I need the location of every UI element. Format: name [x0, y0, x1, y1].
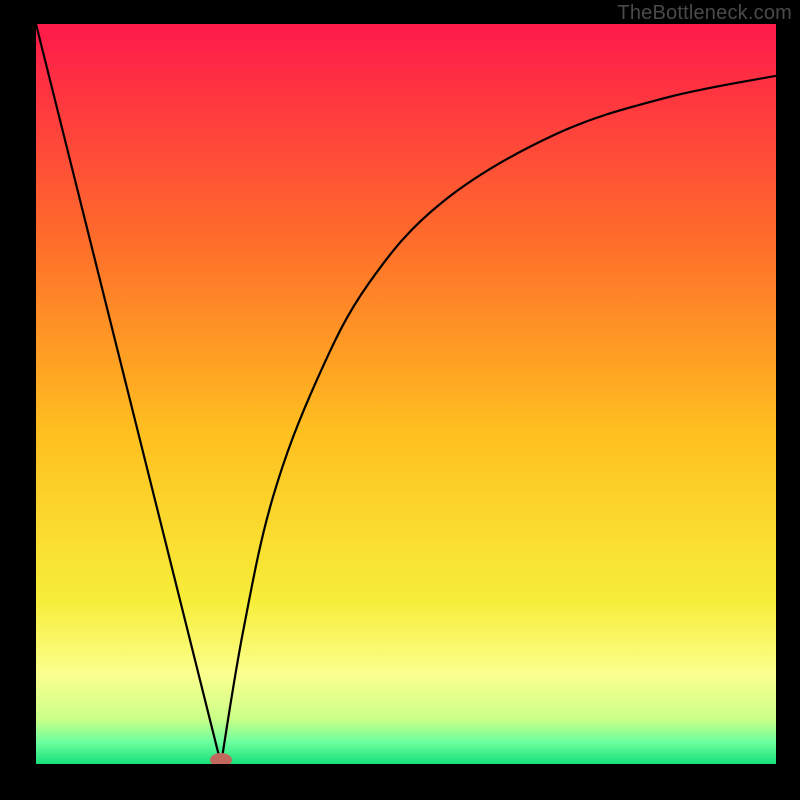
chart-background: [36, 24, 776, 764]
watermark-text: TheBottleneck.com: [617, 2, 792, 25]
plot-area: [36, 24, 776, 764]
chart-svg: [36, 24, 776, 764]
chart-frame: TheBottleneck.com: [0, 0, 800, 800]
